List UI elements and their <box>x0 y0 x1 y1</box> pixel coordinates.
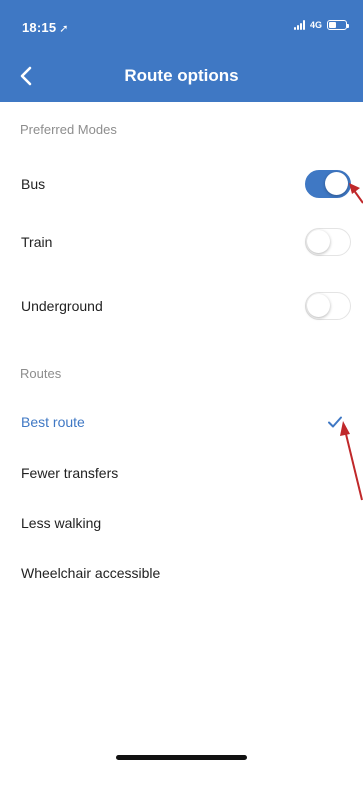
route-label: Wheelchair accessible <box>21 565 161 581</box>
mode-label: Underground <box>21 298 103 314</box>
battery-icon <box>327 20 349 30</box>
mode-label: Train <box>21 234 53 250</box>
status-time: 18:15 ➚ <box>22 20 69 35</box>
home-indicator <box>116 755 247 760</box>
mode-label: Bus <box>21 176 46 192</box>
checkmark-icon <box>328 416 342 428</box>
section-header-modes: Preferred Modes <box>20 122 117 137</box>
annotation-arrows <box>340 183 363 501</box>
network-label: 4G <box>309 20 322 30</box>
signal-icon <box>293 20 305 30</box>
mode-row-underground[interactable]: Underground <box>0 279 363 333</box>
bus-toggle[interactable] <box>305 170 351 198</box>
nav-bar: Route options <box>0 52 363 102</box>
status-time-label: 18:15 <box>22 20 57 35</box>
status-icons: 4G <box>293 20 349 30</box>
page-title: Route options <box>124 66 239 85</box>
route-row-best[interactable]: Best route <box>0 395 363 449</box>
route-row-wheelchair[interactable]: Wheelchair accessible <box>0 546 363 600</box>
route-label: Best route <box>21 414 85 430</box>
route-row-fewer-transfers[interactable]: Fewer transfers <box>0 446 363 500</box>
underground-toggle[interactable] <box>305 292 351 320</box>
section-header-routes: Routes <box>20 366 62 381</box>
mode-row-bus[interactable]: Bus <box>0 157 363 211</box>
train-toggle[interactable] <box>305 228 351 256</box>
status-bar: 18:15 ➚ 4G <box>0 0 363 52</box>
route-label: Less walking <box>21 515 102 531</box>
route-label: Fewer transfers <box>21 465 119 481</box>
mode-row-train[interactable]: Train <box>0 215 363 269</box>
header: 18:15 ➚ 4G Route options <box>0 0 363 102</box>
route-options-screen: 18:15➚ 4G Route options Preferred Modes <box>0 0 363 785</box>
location-arrow-icon: ➚ <box>59 23 69 35</box>
route-row-less-walking[interactable]: Less walking <box>0 496 363 550</box>
